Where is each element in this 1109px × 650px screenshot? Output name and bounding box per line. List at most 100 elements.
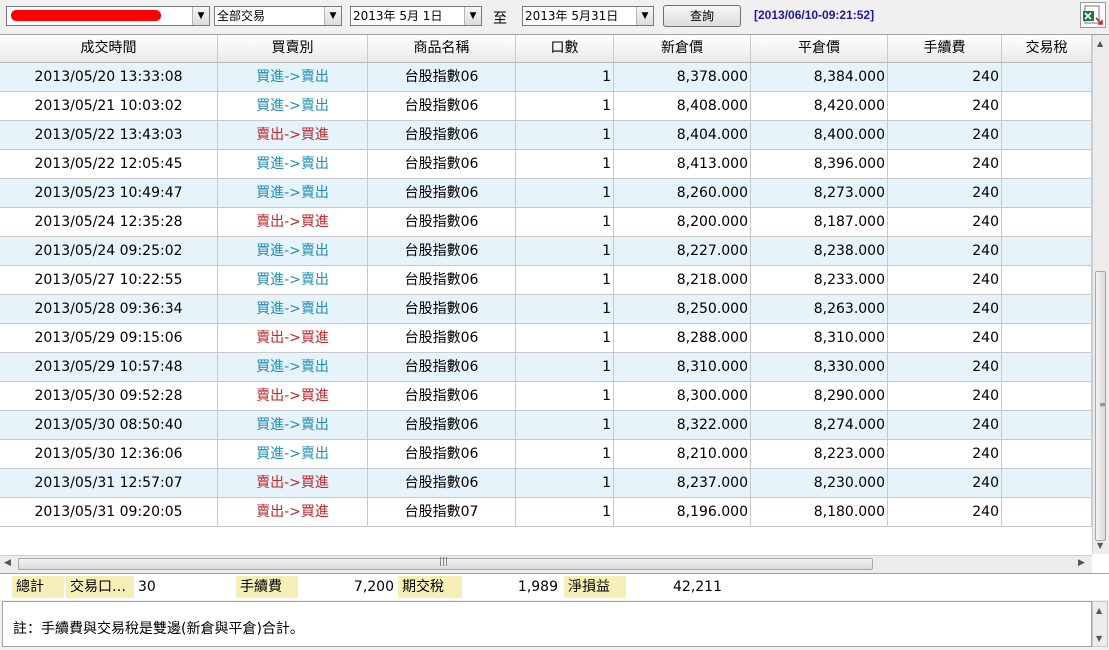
column-header-tax[interactable]: 交易稅 xyxy=(1002,35,1092,62)
table-row[interactable]: 2013/05/29 09:15:06 賣出->買進 台股指數06 1 8,288.00… xyxy=(0,324,1092,353)
cell-qty: 1 xyxy=(516,266,614,294)
chevron-down-icon[interactable]: ▼ xyxy=(192,7,209,25)
cell-fee: 240 xyxy=(888,498,1002,526)
cell-open-price: 8,288.000 xyxy=(614,324,751,352)
cell-qty: 1 xyxy=(516,498,614,526)
cell-fee: 240 xyxy=(888,179,1002,207)
query-button[interactable]: 查詢 xyxy=(663,5,741,27)
column-header-time[interactable]: 成交時間 xyxy=(0,35,218,62)
cell-product: 台股指數06 xyxy=(368,295,516,323)
table-row[interactable]: 2013/05/31 12:57:07 賣出->買進 台股指數06 1 8,237.00… xyxy=(0,469,1092,498)
table-row[interactable]: 2013/05/21 10:03:02 買進->賣出 台股指數06 1 8,408.00… xyxy=(0,92,1092,121)
cell-time: 2013/05/30 12:36:06 xyxy=(0,440,218,468)
table-row[interactable]: 2013/05/31 09:20:05 賣出->買進 台股指數07 1 8,196.00… xyxy=(0,498,1092,527)
cell-qty: 1 xyxy=(516,179,614,207)
cell-qty: 1 xyxy=(516,324,614,352)
cell-fee: 240 xyxy=(888,92,1002,120)
cell-fee: 240 xyxy=(888,208,1002,236)
chevron-down-icon[interactable]: ▼ xyxy=(324,7,341,25)
cell-close-price: 8,384.000 xyxy=(751,63,888,91)
summary-pnl-value: 42,211 xyxy=(673,579,722,595)
cell-product: 台股指數06 xyxy=(368,324,516,352)
scroll-up-icon[interactable]: ▲ xyxy=(1096,606,1102,615)
column-header-qty[interactable]: 口數 xyxy=(516,35,614,62)
chevron-down-icon[interactable]: ▼ xyxy=(464,7,481,25)
cell-time: 2013/05/22 12:05:45 xyxy=(0,150,218,178)
date-to-picker[interactable]: 2013年 5月31日 ▼ xyxy=(522,6,654,26)
cell-close-price: 8,223.000 xyxy=(751,440,888,468)
column-header-side[interactable]: 買賣別 xyxy=(218,35,368,62)
grid-rows: 2013/05/20 13:33:08 買進->賣出 台股指數06 1 8,378.00… xyxy=(0,63,1092,527)
cell-fee: 240 xyxy=(888,150,1002,178)
table-row[interactable]: 2013/05/20 13:33:08 買進->賣出 台股指數06 1 8,378.00… xyxy=(0,63,1092,92)
date-from-value: 2013年 5月 1日 xyxy=(353,9,443,23)
cell-product: 台股指數06 xyxy=(368,469,516,497)
column-header-close-price[interactable]: 平倉價 xyxy=(751,35,888,62)
cell-fee: 240 xyxy=(888,295,1002,323)
cell-open-price: 8,200.000 xyxy=(614,208,751,236)
cell-open-price: 8,210.000 xyxy=(614,440,751,468)
cell-open-price: 8,218.000 xyxy=(614,266,751,294)
column-header-fee[interactable]: 手續費 xyxy=(888,35,1002,62)
cell-tax xyxy=(1002,411,1092,439)
cell-fee: 240 xyxy=(888,237,1002,265)
table-row[interactable]: 2013/05/23 10:49:47 買進->賣出 台股指數06 1 8,260.00… xyxy=(0,179,1092,208)
date-from-picker[interactable]: 2013年 5月 1日 ▼ xyxy=(350,6,482,26)
scroll-down-icon[interactable]: ▼ xyxy=(1097,541,1103,550)
vertical-scrollbar[interactable]: ▲ ≡ ▼ xyxy=(1092,35,1109,554)
summary-fee-label: 手續費 xyxy=(236,576,298,598)
cell-side: 賣出->買進 xyxy=(218,324,368,352)
scroll-up-icon[interactable]: ▲ xyxy=(1097,39,1103,48)
cell-close-price: 8,273.000 xyxy=(751,179,888,207)
table-row[interactable]: 2013/05/22 12:05:45 買進->賣出 台股指數06 1 8,413.00… xyxy=(0,150,1092,179)
cell-product: 台股指數06 xyxy=(368,208,516,236)
cell-close-price: 8,238.000 xyxy=(751,237,888,265)
summary-tax-value: 1,989 xyxy=(517,579,558,595)
cell-qty: 1 xyxy=(516,353,614,381)
account-select[interactable]: ▼ xyxy=(6,6,210,26)
cell-product: 台股指數06 xyxy=(368,382,516,410)
cell-qty: 1 xyxy=(516,469,614,497)
cell-time: 2013/05/27 10:22:55 xyxy=(0,266,218,294)
cell-open-price: 8,310.000 xyxy=(614,353,751,381)
table-row[interactable]: 2013/05/30 08:50:40 買進->賣出 台股指數06 1 8,322.00… xyxy=(0,411,1092,440)
table-row[interactable]: 2013/05/28 09:36:34 買進->賣出 台股指數06 1 8,250.00… xyxy=(0,295,1092,324)
table-row[interactable]: 2013/05/30 09:52:28 賣出->買進 台股指數06 1 8,300.00… xyxy=(0,382,1092,411)
horizontal-scrollbar[interactable]: ◀ ||| ▶ xyxy=(0,555,1092,573)
scroll-down-icon[interactable]: ▼ xyxy=(1096,634,1102,643)
cell-open-price: 8,413.000 xyxy=(614,150,751,178)
column-header-open-price[interactable]: 新倉價 xyxy=(614,35,751,62)
column-header-product[interactable]: 商品名稱 xyxy=(368,35,516,62)
table-row[interactable]: 2013/05/27 10:22:55 買進->賣出 台股指數06 1 8,218.00… xyxy=(0,266,1092,295)
summary-tax-label: 期交稅 xyxy=(398,576,462,598)
cell-time: 2013/05/22 13:43:03 xyxy=(0,121,218,149)
cell-side: 賣出->買進 xyxy=(218,469,368,497)
cell-time: 2013/05/30 09:52:28 xyxy=(0,382,218,410)
table-row[interactable]: 2013/05/22 13:43:03 賣出->買進 台股指數06 1 8,404.00… xyxy=(0,121,1092,150)
summary-bar: 總計 交易口… 30 手續費 7,200 期交稅 1,989 淨損益 42,21… xyxy=(0,574,1109,600)
trade-type-select[interactable]: 全部交易 ▼ xyxy=(214,6,342,26)
cell-side: 買進->賣出 xyxy=(218,150,368,178)
cell-side: 買進->賣出 xyxy=(218,63,368,91)
horizontal-scroll-thumb[interactable]: ||| xyxy=(18,557,873,570)
table-row[interactable]: 2013/05/29 10:57:48 買進->賣出 台股指數06 1 8,310.00… xyxy=(0,353,1092,382)
excel-export-button[interactable] xyxy=(1080,2,1106,28)
cell-close-price: 8,310.000 xyxy=(751,324,888,352)
cell-product: 台股指數06 xyxy=(368,411,516,439)
table-row[interactable]: 2013/05/24 12:35:28 賣出->買進 台股指數06 1 8,200.00… xyxy=(0,208,1092,237)
scroll-left-icon[interactable]: ◀ xyxy=(4,558,11,568)
note-scrollbar[interactable]: ▲ ▼ xyxy=(1092,601,1108,647)
table-row[interactable]: 2013/05/30 12:36:06 買進->賣出 台股指數06 1 8,210.00… xyxy=(0,440,1092,469)
cell-close-price: 8,420.000 xyxy=(751,92,888,120)
vertical-scroll-thumb[interactable]: ≡ xyxy=(1095,271,1106,541)
cell-time: 2013/05/24 12:35:28 xyxy=(0,208,218,236)
cell-time: 2013/05/29 09:15:06 xyxy=(0,324,218,352)
table-row[interactable]: 2013/05/24 09:25:02 買進->賣出 台股指數06 1 8,227.00… xyxy=(0,237,1092,266)
cell-side: 賣出->買進 xyxy=(218,121,368,149)
cell-tax xyxy=(1002,498,1092,526)
cell-time: 2013/05/21 10:03:02 xyxy=(0,92,218,120)
cell-time: 2013/05/20 13:33:08 xyxy=(0,63,218,91)
chevron-down-icon[interactable]: ▼ xyxy=(636,7,653,25)
scroll-right-icon[interactable]: ▶ xyxy=(1078,558,1085,568)
note-box: 註：手續費與交易稅是雙邊(新倉與平倉)合計。 xyxy=(2,601,1092,647)
